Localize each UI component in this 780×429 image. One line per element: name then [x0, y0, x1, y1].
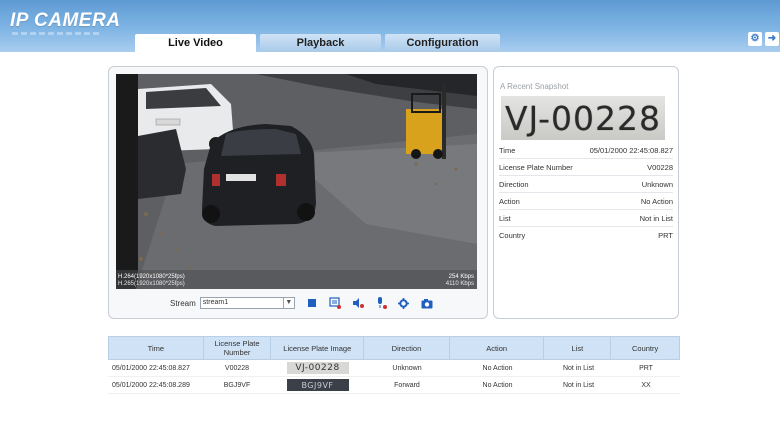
- osd-main-stream-info: H.264(1920x1080*25fps): [118, 274, 185, 280]
- snapshot-plate-image: VJ-00228: [501, 96, 665, 140]
- cell-plate-image: BGJ9VF: [271, 377, 364, 393]
- snapshot-title: A Recent Snapshot: [500, 82, 569, 91]
- app-header: IP CAMERA Live Video Playback Configurat…: [0, 0, 780, 53]
- tab-configuration[interactable]: Configuration: [385, 34, 500, 52]
- column-header-plate-image: License Plate Image: [271, 337, 365, 359]
- live-video-view[interactable]: H.264(1920x1080*25fps) H.265(1920x1080*2…: [116, 74, 477, 289]
- info-value: PRT: [658, 231, 673, 240]
- settings-icon: [398, 297, 410, 309]
- osd-main-bitrate: 254 Kbps: [448, 274, 474, 280]
- snapshot-button[interactable]: [421, 297, 433, 309]
- app-logo: IP CAMERA: [10, 10, 121, 31]
- stop-icon: [307, 299, 316, 307]
- stream-select[interactable]: stream1 ▼: [199, 297, 295, 309]
- cell-plate: BGJ9VF: [223, 381, 251, 389]
- info-value: V00228: [647, 162, 673, 172]
- record-button[interactable]: [329, 297, 341, 309]
- column-header-time: Time: [109, 337, 204, 359]
- talk-button[interactable]: [375, 297, 387, 309]
- plate-thumbnail: VJ-00228: [286, 362, 349, 374]
- record-icon: [329, 297, 341, 309]
- info-row-time: Time 05/01/2000 22:45:08.827: [499, 142, 673, 159]
- plate-thumbnail: BGJ9VF: [286, 379, 349, 391]
- cell-action: No Action: [482, 381, 513, 389]
- info-row-direction: Direction Unknown: [499, 176, 673, 193]
- info-row-action: Action No Action: [499, 193, 673, 210]
- info-row-list: List Not in List: [499, 210, 673, 227]
- settings-icon[interactable]: ⚙: [748, 32, 762, 46]
- stop-button[interactable]: [306, 297, 318, 309]
- logo-decoration: [12, 32, 102, 35]
- cell-plate: V00228: [224, 364, 250, 372]
- main-tabs: Live Video Playback Configuration: [135, 34, 500, 53]
- cell-time: 05/01/2000 22:45:08.827: [112, 364, 190, 372]
- cell-list: Not in List: [562, 364, 595, 372]
- tab-playback[interactable]: Playback: [260, 34, 381, 52]
- info-value: Not in List: [639, 213, 673, 223]
- cell-time: 05/01/2000 22:45:08.289: [112, 381, 190, 389]
- cell-action: No Action: [482, 364, 513, 372]
- info-label: License Plate Number: [499, 162, 573, 172]
- tab-live-video[interactable]: Live Video: [135, 34, 256, 53]
- stream-label: Stream: [170, 298, 196, 308]
- video-frame-image: [116, 74, 477, 289]
- chevron-down-icon: ▼: [282, 298, 294, 308]
- info-value: Unknown: [641, 179, 673, 189]
- column-header-action: Action: [450, 337, 545, 359]
- snapshot-info: Time 05/01/2000 22:45:08.827 License Pla…: [499, 142, 673, 244]
- info-value: No Action: [640, 196, 673, 206]
- info-label: Direction: [499, 179, 529, 189]
- table-header: Time License Plate Number License Plate …: [108, 336, 680, 360]
- video-controls: Stream stream1 ▼: [170, 296, 433, 310]
- audio-button[interactable]: [352, 297, 364, 309]
- info-label: Country: [499, 231, 526, 240]
- column-header-direction: Direction: [364, 337, 450, 359]
- osd-sub-bitrate: 4110 Kbps: [445, 281, 474, 287]
- cell-country: PRT: [639, 364, 653, 372]
- info-row-plate-number: License Plate Number V00228: [499, 159, 673, 176]
- cell-list: Not in List: [562, 381, 595, 389]
- table-row[interactable]: 05/01/2000 22:45:08.827 V00228 VJ-00228 …: [108, 360, 680, 377]
- column-header-list: List: [544, 337, 612, 359]
- cell-direction: Forward: [394, 381, 420, 389]
- video-settings-button[interactable]: [398, 297, 410, 309]
- cell-country: XX: [641, 381, 651, 389]
- stream-select-value: stream1: [202, 299, 229, 306]
- info-label: Time: [499, 145, 516, 155]
- info-label: Action: [499, 196, 520, 206]
- snapshot-icon: [421, 298, 433, 308]
- talk-icon: [377, 297, 387, 309]
- column-header-plate-number: License Plate Number: [204, 337, 272, 359]
- snapshot-plate-text: VJ-00228: [504, 98, 662, 138]
- cell-plate-image: VJ-00228: [271, 360, 364, 376]
- info-value: 05/01/2000 22:45:08.827: [589, 145, 673, 155]
- logout-icon[interactable]: ➜: [765, 32, 779, 46]
- audio-icon: [352, 298, 364, 308]
- info-row-country: Country PRT: [499, 227, 673, 244]
- osd-sub-stream-info: H.265(1920x1080*25fps): [118, 281, 185, 287]
- recognition-table: Time License Plate Number License Plate …: [108, 336, 680, 409]
- cell-direction: Unknown: [392, 364, 422, 372]
- table-row[interactable]: 05/01/2000 22:45:08.289 BGJ9VF BGJ9VF Fo…: [108, 377, 680, 394]
- column-header-country: Country: [632, 343, 659, 353]
- info-label: List: [499, 213, 511, 223]
